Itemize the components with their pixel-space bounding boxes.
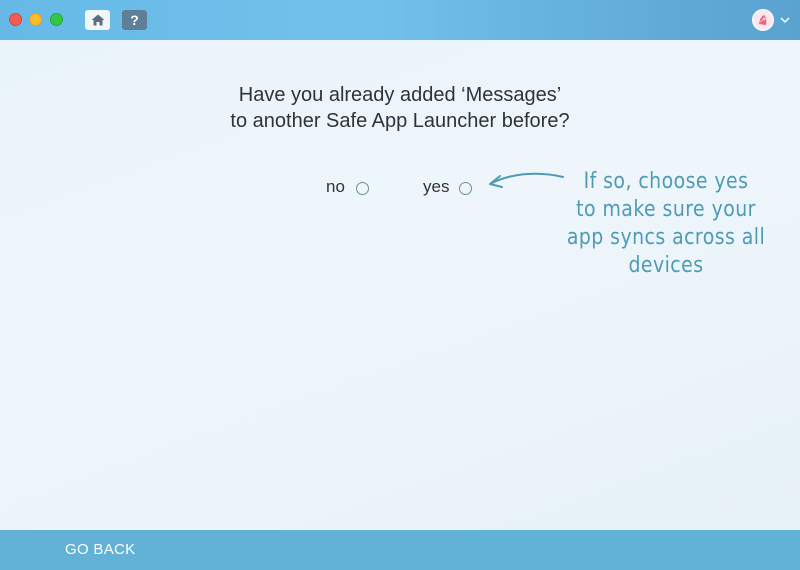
user-avatar-icon[interactable] — [752, 9, 774, 31]
sync-hint: If so, choose yes to make sure your app … — [565, 168, 768, 280]
question-line-1: Have you already added ‘Messages’ — [238, 84, 562, 106]
option-yes-radio[interactable] — [459, 181, 473, 195]
question-line-2: to another Safe App Launcher before? — [230, 110, 570, 132]
hint-line-3: app syncs across all — [566, 225, 766, 250]
home-button[interactable] — [85, 10, 110, 30]
option-yes-label[interactable]: yes — [423, 177, 449, 197]
help-button[interactable]: ? — [122, 10, 147, 30]
footer-bar: GO BACK — [0, 530, 800, 570]
option-no-radio[interactable] — [355, 181, 369, 195]
hint-line-1: If so, choose yes — [583, 169, 749, 194]
hint-line-2: to make sure your — [576, 197, 756, 222]
option-no-label[interactable]: no — [326, 177, 345, 197]
chevron-down-icon[interactable] — [779, 15, 791, 25]
hint-line-4: devices — [628, 253, 704, 278]
option-yes[interactable]: yes — [423, 177, 473, 197]
avatar-illustration — [754, 11, 772, 29]
help-icon: ? — [130, 12, 139, 28]
home-icon — [91, 14, 104, 26]
title-bar: ? — [0, 0, 800, 40]
option-no[interactable]: no — [326, 177, 369, 197]
maximize-window-button[interactable] — [50, 13, 63, 26]
minimize-window-button[interactable] — [29, 13, 42, 26]
go-back-button[interactable]: GO BACK — [65, 541, 135, 558]
hint-arrow-icon — [489, 172, 564, 188]
setup-question: Have you already added ‘Messages’ to ano… — [150, 82, 650, 134]
close-window-button[interactable] — [9, 13, 22, 26]
